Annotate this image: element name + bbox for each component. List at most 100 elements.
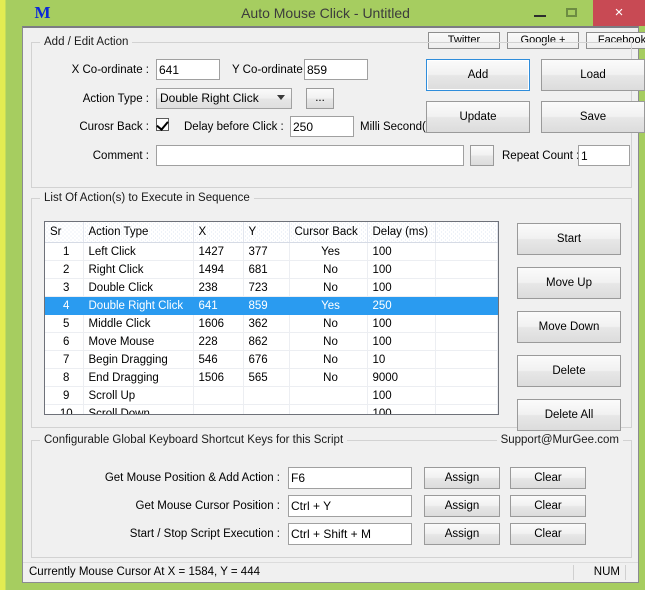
shortcut-input-start-stop-script-execution[interactable] [288, 523, 412, 545]
status-text: Currently Mouse Cursor At X = 1584, Y = … [29, 566, 260, 578]
repeat-count-input[interactable] [578, 145, 630, 166]
column-header-y[interactable]: Y [243, 222, 289, 243]
check-icon [156, 118, 168, 131]
cell-y: 862 [243, 333, 289, 351]
add-button[interactable]: Add [426, 59, 530, 91]
cell-action: Scroll Down [83, 405, 193, 416]
shortcut-input-get-mouse-cursor-position[interactable] [288, 495, 412, 517]
table-row[interactable]: 4Double Right Click641859Yes250 [45, 297, 498, 315]
close-button[interactable]: × [593, 0, 645, 26]
cell-y [243, 387, 289, 405]
move-up-button[interactable]: Move Up [517, 267, 621, 299]
cell-cursor-back: No [289, 351, 367, 369]
table-row[interactable]: 9Scroll Up100 [45, 387, 498, 405]
cell-y: 377 [243, 243, 289, 261]
cell-sr: 9 [45, 387, 83, 405]
shortcut-label-get-mouse-position-add-action: Get Mouse Position & Add Action : [52, 471, 280, 485]
delete-button[interactable]: Delete [517, 355, 621, 387]
cell-sr: 4 [45, 297, 83, 315]
action-list-grid[interactable]: SrAction TypeXYCursor BackDelay (ms) 1Le… [44, 221, 499, 415]
cell-x: 546 [193, 351, 243, 369]
cell-y: 362 [243, 315, 289, 333]
column-header-delay-ms[interactable]: Delay (ms) [367, 222, 435, 243]
shortcut-input-get-mouse-position-add-action[interactable] [288, 467, 412, 489]
start-button[interactable]: Start [517, 223, 621, 255]
cell-sr: 3 [45, 279, 83, 297]
table-row[interactable]: 5Middle Click1606362No100 [45, 315, 498, 333]
action-type-value: Double Right Click [160, 91, 259, 105]
table-row[interactable]: 6Move Mouse228862No100 [45, 333, 498, 351]
comment-input[interactable] [156, 145, 464, 166]
action-list-group: List Of Action(s) to Execute in Sequence… [31, 198, 632, 428]
assign-button-get-mouse-position-add-action[interactable]: Assign [424, 467, 500, 489]
column-header-cursor-back[interactable]: Cursor Back [289, 222, 367, 243]
chevron-down-icon [277, 95, 285, 100]
table-body: 1Left Click1427377Yes1002Right Click1494… [45, 243, 498, 416]
move-down-button[interactable]: Move Down [517, 311, 621, 343]
shortcut-label-start-stop-script-execution: Start / Stop Script Execution : [52, 527, 280, 541]
column-header-action-type[interactable]: Action Type [83, 222, 193, 243]
delay-before-click-input[interactable] [290, 116, 354, 137]
column-header-blank[interactable] [435, 222, 498, 243]
cell-cursor-back: No [289, 333, 367, 351]
cell-x: 238 [193, 279, 243, 297]
action-type-label: Action Type : [52, 92, 149, 106]
cell-y: 565 [243, 369, 289, 387]
cell-x: 1494 [193, 261, 243, 279]
cell-action: End Dragging [83, 369, 193, 387]
table-row[interactable]: 7Begin Dragging546676No10 [45, 351, 498, 369]
column-header-sr[interactable]: Sr [45, 222, 83, 243]
clear-button-start-stop-script-execution[interactable]: Clear [510, 523, 586, 545]
cell-delay: 100 [367, 315, 435, 333]
clear-button-get-mouse-cursor-position[interactable]: Clear [510, 495, 586, 517]
cell-delay: 100 [367, 261, 435, 279]
browse-button[interactable]: ... [306, 88, 334, 109]
x-coordinate-label: X Co-ordinate : [52, 63, 149, 77]
cell-action: Double Right Click [83, 297, 193, 315]
shortcut-label-get-mouse-cursor-position: Get Mouse Cursor Position : [52, 499, 280, 513]
cursor-back-checkbox[interactable] [156, 118, 169, 131]
save-button[interactable]: Save [541, 101, 645, 133]
cell-delay: 9000 [367, 369, 435, 387]
table-row[interactable]: 10Scroll Down100 [45, 405, 498, 416]
cell-sr: 2 [45, 261, 83, 279]
cell-x: 1427 [193, 243, 243, 261]
cell-action: Right Click [83, 261, 193, 279]
cell-y: 859 [243, 297, 289, 315]
status-divider-2 [625, 565, 626, 580]
client-area: Twitter Google + Facebook Add / Edit Act… [22, 26, 639, 583]
minimize-button[interactable] [525, 0, 555, 26]
cell--blank [435, 333, 498, 351]
clear-button-get-mouse-position-add-action[interactable]: Clear [510, 467, 586, 489]
load-button[interactable]: Load [541, 59, 645, 91]
cell--blank [435, 315, 498, 333]
table-row[interactable]: 3Double Click238723No100 [45, 279, 498, 297]
cell-y: 723 [243, 279, 289, 297]
comment-extra-button[interactable] [470, 145, 494, 166]
cell-sr: 6 [45, 333, 83, 351]
column-header-x[interactable]: X [193, 222, 243, 243]
cell-sr: 8 [45, 369, 83, 387]
table-row[interactable]: 2Right Click1494681No100 [45, 261, 498, 279]
update-button[interactable]: Update [426, 101, 530, 133]
cell-x: 641 [193, 297, 243, 315]
assign-button-start-stop-script-execution[interactable]: Assign [424, 523, 500, 545]
x-coordinate-input[interactable] [156, 59, 220, 80]
cell-y [243, 405, 289, 416]
action-table: SrAction TypeXYCursor BackDelay (ms) 1Le… [45, 222, 498, 415]
title-bar: M Auto Mouse Click - Untitled × [6, 0, 645, 26]
delay-before-click-label: Delay before Click : [184, 120, 284, 134]
maximize-button[interactable] [557, 0, 587, 26]
cell-action: Left Click [83, 243, 193, 261]
y-coordinate-input[interactable] [304, 59, 368, 80]
cell-cursor-back: No [289, 279, 367, 297]
action-type-select[interactable]: Double Right Click [156, 88, 292, 109]
delete-all-button[interactable]: Delete All [517, 399, 621, 431]
table-row[interactable]: 1Left Click1427377Yes100 [45, 243, 498, 261]
assign-button-get-mouse-cursor-position[interactable]: Assign [424, 495, 500, 517]
cell-action: Move Mouse [83, 333, 193, 351]
cell-sr: 7 [45, 351, 83, 369]
delay-units-label: Milli Second(s) [360, 120, 435, 134]
table-row[interactable]: 8End Dragging1506565No9000 [45, 369, 498, 387]
cell--blank [435, 279, 498, 297]
